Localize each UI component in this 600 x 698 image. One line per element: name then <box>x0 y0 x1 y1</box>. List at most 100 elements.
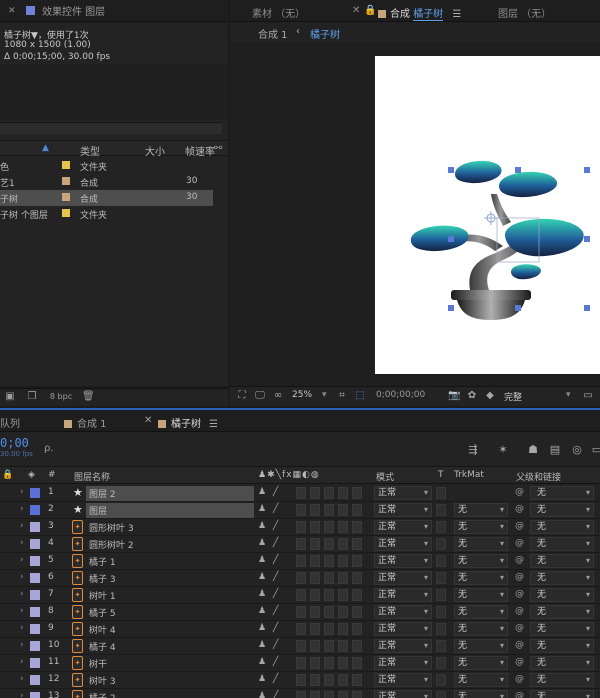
switch-box[interactable] <box>324 691 334 698</box>
switch-box[interactable] <box>296 572 306 584</box>
switch-box[interactable] <box>352 589 362 601</box>
preserve-transparency-box[interactable] <box>436 657 446 669</box>
preserve-transparency-box[interactable] <box>436 487 446 499</box>
layer-name[interactable]: 圆形树叶 2 <box>86 537 137 552</box>
layer-switches-icons[interactable]: ♟ ╱ <box>258 674 280 684</box>
blend-mode-select[interactable]: 正常 ▾ <box>374 605 432 619</box>
expand-arrow-icon[interactable]: › <box>20 521 24 531</box>
layer-row[interactable]: › 4 ✦ 圆形树叶 2 ♟ ╱ 正常 ▾ 无 ▾ @ 无 ▾ <box>0 536 600 553</box>
label-color-icon[interactable] <box>30 590 40 600</box>
pick-whip-icon[interactable]: @ <box>515 504 524 514</box>
preserve-transparency-box[interactable] <box>436 674 446 686</box>
interpret-footage-icon[interactable]: ▣ <box>4 391 16 403</box>
switch-box[interactable] <box>338 555 348 567</box>
transform-handle[interactable] <box>584 305 590 311</box>
transform-handle[interactable] <box>515 305 521 311</box>
layer-switches-icons[interactable]: ♟ ╱ <box>258 589 280 599</box>
breadcrumb-comp1[interactable]: 合成 1 <box>258 26 288 41</box>
switch-box[interactable] <box>324 504 334 516</box>
switch-box[interactable] <box>324 674 334 686</box>
effect-controls-tab[interactable]: 效果控件 图层 <box>42 3 105 18</box>
layer-switches-icons[interactable]: ♟ ╱ <box>258 606 280 616</box>
switch-box[interactable] <box>352 606 362 618</box>
parent-select[interactable]: 无 ▾ <box>530 554 594 568</box>
layer-row[interactable]: › 12 ✦ 树叶 3 ♟ ╱ 正常 ▾ 无 ▾ @ 无 ▾ <box>0 672 600 689</box>
pick-whip-icon[interactable]: @ <box>515 555 524 565</box>
switch-box[interactable] <box>324 572 334 584</box>
lock-icon[interactable]: 🔒 <box>2 470 13 480</box>
switch-box[interactable] <box>310 691 320 698</box>
label-color-icon[interactable] <box>62 209 70 217</box>
project-item[interactable]: 色 文件夹 <box>0 158 213 174</box>
switch-box[interactable] <box>310 674 320 686</box>
switch-box[interactable] <box>296 623 306 635</box>
switch-box[interactable] <box>324 657 334 669</box>
layer-name[interactable]: 橘子 4 <box>86 639 119 654</box>
canvas-area[interactable] <box>230 42 600 386</box>
new-folder-icon[interactable]: ❒ <box>26 391 38 403</box>
pick-whip-icon[interactable]: @ <box>515 487 524 497</box>
switch-box[interactable] <box>324 606 334 618</box>
parent-select[interactable]: 无 ▾ <box>530 503 594 517</box>
switch-box[interactable] <box>296 606 306 618</box>
pick-whip-icon[interactable]: @ <box>515 623 524 633</box>
parent-select[interactable]: 无 ▾ <box>530 639 594 653</box>
preserve-transparency-box[interactable] <box>436 691 446 698</box>
switch-box[interactable] <box>338 674 348 686</box>
switches-icons[interactable]: ♟✱╲fx▦◐◍ <box>258 470 320 480</box>
switch-box[interactable] <box>352 657 362 669</box>
switch-box[interactable] <box>352 623 362 635</box>
label-color-icon[interactable] <box>30 505 40 515</box>
blend-mode-select[interactable]: 正常 ▾ <box>374 503 432 517</box>
trkmat-select[interactable]: 无 ▾ <box>454 588 508 602</box>
layer-switches-icons[interactable]: ♟ ╱ <box>258 538 280 548</box>
blend-mode-select[interactable]: 正常 ▾ <box>374 537 432 551</box>
layer-name[interactable]: 树叶 1 <box>86 588 119 603</box>
switch-box[interactable] <box>352 691 362 698</box>
trkmat-select[interactable]: 无 ▾ <box>454 690 508 698</box>
tab-comp1[interactable]: 合成 1 <box>64 415 107 430</box>
preserve-transparency-box[interactable] <box>436 589 446 601</box>
sort-arrow-icon[interactable]: ▲ <box>42 143 49 153</box>
trkmat-select[interactable]: 无 ▾ <box>454 622 508 636</box>
label-color-icon[interactable] <box>30 522 40 532</box>
pick-whip-icon[interactable]: @ <box>515 640 524 650</box>
close-icon[interactable]: ✕ <box>8 6 22 16</box>
viewer-timecode[interactable]: 0;00;00;00 <box>376 390 425 400</box>
column-parent[interactable]: 父级和链接 <box>516 470 561 483</box>
layer-row[interactable]: › 9 ✦ 树叶 4 ♟ ╱ 正常 ▾ 无 ▾ @ 无 ▾ <box>0 621 600 638</box>
expand-arrow-icon[interactable]: › <box>20 589 24 599</box>
preserve-transparency-box[interactable] <box>436 623 446 635</box>
pick-whip-icon[interactable]: @ <box>515 589 524 599</box>
preserve-transparency-box[interactable] <box>436 521 446 533</box>
switch-box[interactable] <box>310 504 320 516</box>
preserve-transparency-box[interactable] <box>436 538 446 550</box>
chevron-down-icon[interactable]: ▾ <box>322 390 327 400</box>
preserve-transparency-box[interactable] <box>436 606 446 618</box>
tab-render-queue[interactable]: 队列 <box>0 415 20 430</box>
lock-icon[interactable]: 🔒 <box>364 5 376 16</box>
layer-switches-icons[interactable]: ♟ ╱ <box>258 572 280 582</box>
switch-box[interactable] <box>310 555 320 567</box>
switch-box[interactable] <box>352 555 362 567</box>
switch-box[interactable] <box>338 606 348 618</box>
column-mode[interactable]: 模式 <box>376 470 394 483</box>
layer-row[interactable]: › 2 ★ 图层 ♟ ╱ 正常 ▾ 无 ▾ @ 无 ▾ <box>0 502 600 519</box>
layer-switches-icons[interactable]: ♟ ╱ <box>258 657 280 667</box>
parent-select[interactable]: 无 ▾ <box>530 486 594 500</box>
switch-box[interactable] <box>310 640 320 652</box>
pick-whip-icon[interactable]: @ <box>515 657 524 667</box>
switch-box[interactable] <box>296 589 306 601</box>
transform-handle[interactable] <box>448 236 454 242</box>
label-color-icon[interactable] <box>30 488 40 498</box>
switch-box[interactable] <box>310 538 320 550</box>
menu-icon[interactable]: ☰ <box>452 9 461 20</box>
label-column-icon[interactable]: ◈ <box>28 470 35 480</box>
grid-icon[interactable]: ⌗ <box>336 390 348 402</box>
label-color-icon[interactable] <box>30 539 40 549</box>
graph-editor-icon[interactable]: ▭ <box>590 443 600 457</box>
switch-box[interactable] <box>296 674 306 686</box>
color-icon[interactable]: ◆ <box>484 390 496 402</box>
switch-box[interactable] <box>324 538 334 550</box>
expand-arrow-icon[interactable]: › <box>20 572 24 582</box>
